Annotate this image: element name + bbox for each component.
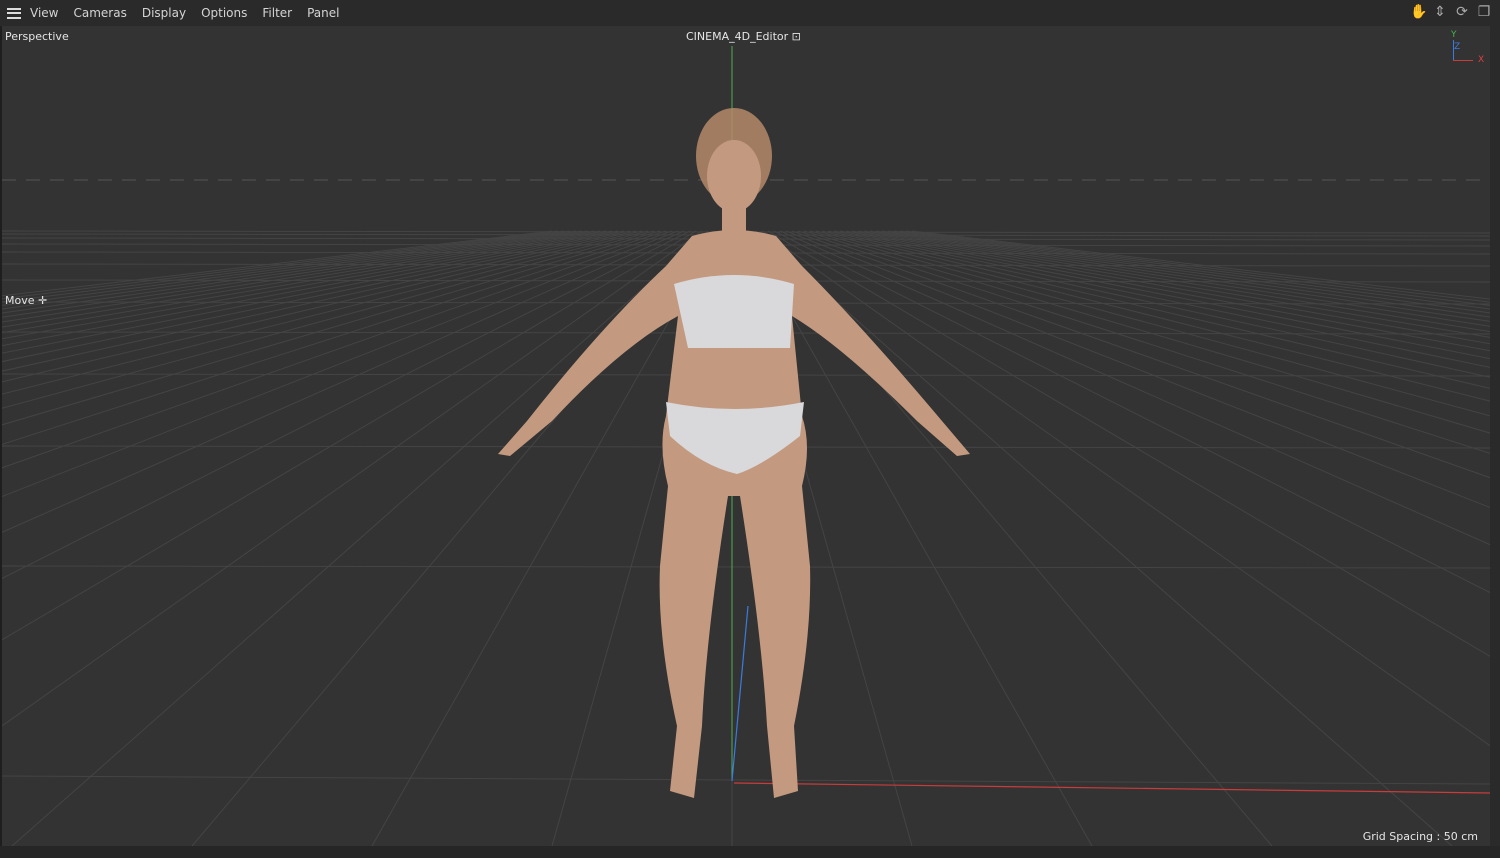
grid-line	[2, 230, 685, 533]
grid-line	[2, 230, 679, 498]
hand-pan-icon[interactable]: ✋	[1410, 4, 1427, 20]
grid-line	[803, 230, 1490, 434]
grid-line	[797, 230, 1490, 454]
bottom-bar	[0, 846, 1500, 858]
grid-line	[2, 230, 637, 372]
move-crosshair-icon: ✛	[38, 294, 48, 307]
grid-line	[761, 230, 1490, 747]
3d-viewport[interactable]: Perspective CINEMA_4D_Editor ⊡ Move ✛ Gr…	[2, 26, 1490, 846]
axis-gizmo: Y Z X	[1448, 30, 1488, 70]
grid-line	[2, 230, 697, 641]
x-axis-line	[733, 782, 1490, 794]
grid-line	[809, 230, 1490, 417]
grid-line	[11, 230, 709, 846]
grid-line	[791, 230, 1490, 479]
scene	[2, 46, 1490, 846]
grid-line	[2, 230, 703, 727]
menu-bar: View Cameras Display Options Filter Pane…	[0, 0, 1500, 26]
grid-line	[2, 230, 649, 395]
axis-x-label: X	[1478, 55, 1485, 65]
grid-line	[845, 230, 1490, 352]
grid-line	[2, 230, 613, 340]
grid-line	[767, 230, 1490, 657]
head	[707, 140, 761, 212]
viewport-scrollbar[interactable]	[1490, 26, 1500, 846]
grid-line	[2, 230, 553, 297]
grid-line	[785, 230, 1490, 509]
bra	[674, 275, 794, 348]
grid-line	[863, 230, 1490, 333]
menu-options[interactable]: Options	[201, 6, 247, 20]
grid-line	[905, 230, 1490, 303]
grid-line	[773, 230, 1490, 594]
camera-label[interactable]: Perspective	[5, 30, 69, 43]
grid-line	[755, 230, 1453, 846]
move-arrows-icon[interactable]: ⇕	[1432, 4, 1448, 20]
hamburger-menu-icon[interactable]	[7, 7, 21, 19]
menu-cameras[interactable]: Cameras	[73, 6, 126, 20]
tool-label-text: Move	[5, 294, 35, 307]
z-axis-line	[731, 605, 749, 782]
grid-line	[839, 230, 1490, 360]
grid-line	[893, 230, 1490, 310]
maximize-icon[interactable]: ❐	[1476, 4, 1492, 20]
menu-view[interactable]: View	[30, 6, 58, 20]
axis-y-label: Y	[1451, 30, 1457, 40]
grid-line	[2, 230, 619, 347]
grid-line	[2, 230, 655, 409]
grid-line	[881, 230, 1490, 318]
grid-line	[815, 230, 1490, 402]
grid-line	[821, 230, 1490, 389]
grid-line	[851, 230, 1490, 345]
human-figure-model	[498, 108, 970, 798]
axis-z-label: Z	[1454, 42, 1461, 52]
grid-line	[2, 230, 667, 445]
camera-name[interactable]: CINEMA_4D_Editor ⊡	[686, 30, 801, 43]
grid-line	[2, 230, 661, 426]
menu-filter[interactable]: Filter	[262, 6, 292, 20]
camera-icon: ⊡	[791, 30, 801, 43]
menu-display[interactable]: Display	[142, 6, 186, 20]
tool-label: Move ✛	[5, 294, 47, 307]
camera-name-text: CINEMA_4D_Editor	[686, 30, 789, 43]
grid-line	[857, 230, 1490, 338]
grid-spacing: Grid Spacing : 50 cm	[1362, 830, 1478, 843]
grid-line	[833, 230, 1490, 368]
menu-panel[interactable]: Panel	[307, 6, 339, 20]
grid-line	[827, 230, 1490, 378]
grid-line	[887, 230, 1490, 314]
rotate-icon[interactable]: ⟳	[1454, 4, 1470, 20]
